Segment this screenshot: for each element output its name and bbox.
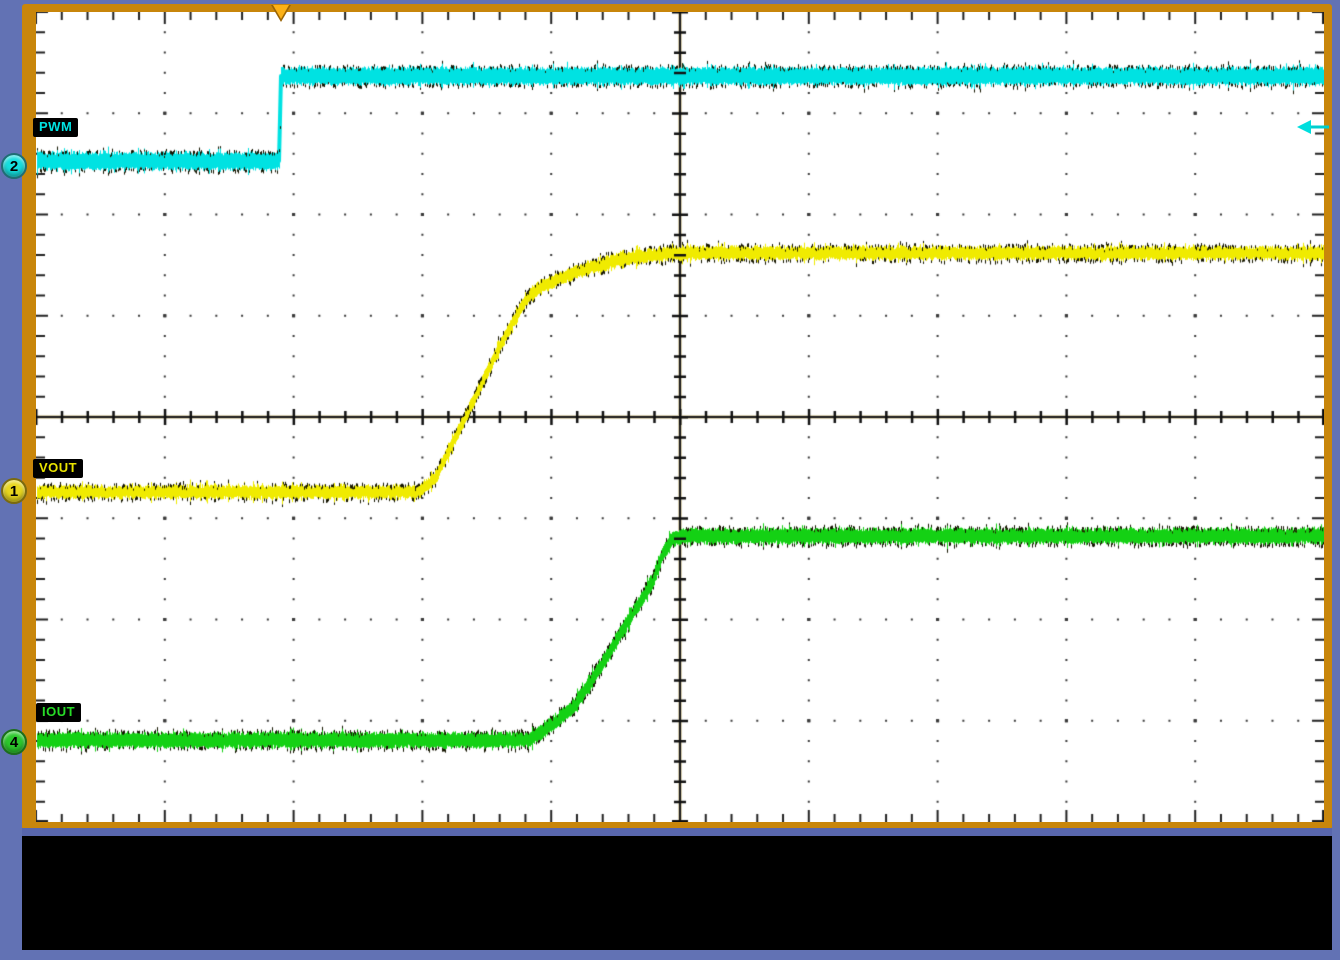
trace-label-vout: VOUT [33,459,83,478]
channel-1-ground-marker[interactable]: 1 [1,478,27,504]
status-bar: C1 2.0V/div BW:1.0G C2 5.0V/div BW:1.0G … [22,836,1332,950]
oscilloscope-screen: PWM VOUT IOUT 2 1 4 C1 2.0V/div BW:1.0G … [0,0,1340,960]
channel-4-ground-marker[interactable]: 4 [1,729,27,755]
waveform-display [36,12,1324,822]
waveform-canvas [36,12,1324,822]
channel-2-ground-marker[interactable]: 2 [1,153,27,179]
frame-divider [22,828,1332,836]
trigger-level-arrow-icon[interactable] [1297,118,1329,136]
trace-label-iout: IOUT [36,703,81,722]
trigger-position-icon[interactable] [271,5,291,22]
trace-label-pwm: PWM [33,118,78,137]
